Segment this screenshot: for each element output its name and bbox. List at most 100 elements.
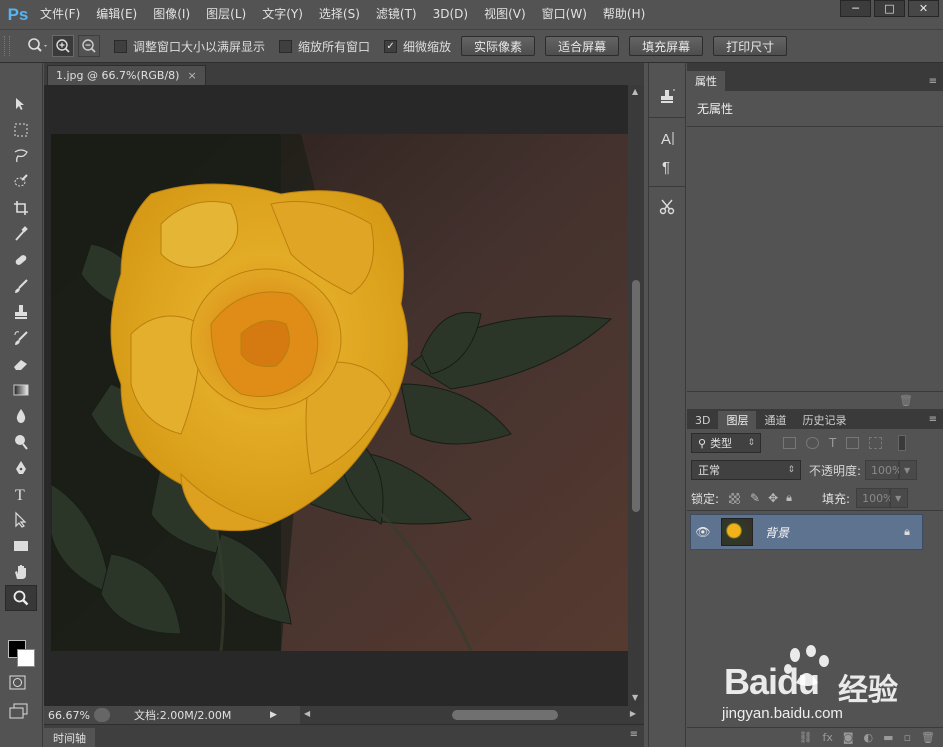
horizontal-scrollbar[interactable]: ◀ ▶ <box>300 706 644 724</box>
fill-screen-button[interactable]: 填充屏幕 <box>629 36 704 56</box>
maximize-button[interactable]: □ <box>874 0 905 17</box>
adjustment-layer-icon[interactable]: ◐ <box>864 731 874 744</box>
screen-mode-button[interactable] <box>9 703 29 722</box>
menu-file[interactable]: 文件(F) <box>32 0 88 29</box>
hand-tool[interactable] <box>5 559 37 585</box>
scroll-right-arrow-icon[interactable]: ▶ <box>630 709 636 718</box>
menu-layer[interactable]: 图层(L) <box>198 0 254 29</box>
add-mask-icon[interactable]: ◙ <box>843 731 854 744</box>
canvas-area[interactable] <box>44 85 629 706</box>
print-size-button[interactable]: 打印尺寸 <box>713 36 788 56</box>
lock-pixels-icon[interactable]: ✎ <box>750 491 760 505</box>
eyedropper-tool[interactable] <box>5 221 37 247</box>
properties-menu-icon[interactable]: ≡ <box>929 76 937 87</box>
status-arrow-icon[interactable]: ▶ <box>270 710 277 720</box>
actual-pixels-button[interactable]: 实际像素 <box>461 36 536 56</box>
quick-mask-button[interactable] <box>9 675 27 694</box>
menu-select[interactable]: 选择(S) <box>311 0 368 29</box>
fit-screen-button[interactable]: 适合屏幕 <box>545 36 620 56</box>
pen-tool[interactable] <box>5 455 37 481</box>
fill-dropdown[interactable]: ▼ <box>890 488 909 508</box>
options-grip[interactable] <box>4 36 10 56</box>
dodge-tool[interactable] <box>5 429 37 455</box>
scroll-up-arrow-icon[interactable]: ▲ <box>632 87 638 96</box>
menu-view[interactable]: 视图(V) <box>476 0 534 29</box>
link-layers-icon[interactable]: ⛓︎ <box>799 731 813 744</box>
healing-brush-tool[interactable] <box>5 247 37 273</box>
history-brush-tool[interactable] <box>5 325 37 351</box>
clone-stamp-tool[interactable] <box>5 299 37 325</box>
dock-clone-source[interactable] <box>649 83 685 111</box>
lock-transparent-icon[interactable] <box>729 492 741 504</box>
vertical-scrollbar[interactable]: ▲ ▼ <box>628 85 644 706</box>
menu-filter[interactable]: 滤镜(T) <box>368 0 425 29</box>
resize-windows-checkbox[interactable]: 调整窗口大小以满屏显示 <box>114 38 265 55</box>
zoom-level[interactable]: 66.67% <box>48 709 94 722</box>
background-color-swatch[interactable] <box>17 649 35 667</box>
layer-filter-select[interactable]: ⚲ 类型 ⇕ <box>691 433 761 453</box>
tab-properties[interactable]: 属性 <box>687 71 725 91</box>
horizontal-scroll-thumb[interactable] <box>452 710 558 720</box>
type-tool[interactable]: T <box>5 481 37 507</box>
zoom-all-windows-checkbox[interactable]: 缩放所有窗口 <box>279 38 370 55</box>
filter-adjustment-icon[interactable] <box>806 437 819 449</box>
opacity-input[interactable]: 100% <box>865 460 903 480</box>
scrubby-zoom-checkbox[interactable]: ✓ 细微缩放 <box>384 38 451 55</box>
close-button[interactable]: ✕ <box>908 0 939 17</box>
tab-channels[interactable]: 通道 <box>756 411 794 429</box>
rectangle-tool[interactable] <box>5 533 37 559</box>
opacity-dropdown[interactable]: ▼ <box>899 460 918 480</box>
menu-type[interactable]: 文字(Y) <box>254 0 311 29</box>
layer-name[interactable]: 背景 <box>765 524 789 541</box>
filter-toggle-switch[interactable] <box>898 435 907 451</box>
close-tab-icon[interactable]: × <box>187 69 196 82</box>
timeline-menu-icon[interactable]: ≡ <box>630 729 638 740</box>
marquee-tool[interactable] <box>5 117 37 143</box>
move-tool[interactable] <box>5 91 37 117</box>
trash-icon[interactable]: 🗑 <box>899 394 913 407</box>
dock-paragraph[interactable]: ¶ <box>649 152 685 180</box>
new-group-icon[interactable]: ▬ <box>883 731 893 744</box>
status-menu-icon[interactable] <box>94 708 110 722</box>
menu-edit[interactable]: 编辑(E) <box>88 0 145 29</box>
delete-layer-icon[interactable]: 🗑︎ <box>921 731 935 744</box>
menu-image[interactable]: 图像(I) <box>145 0 198 29</box>
lock-all-icon[interactable]: 🔒︎ <box>786 491 792 505</box>
layer-row-background[interactable]: 👁︎ 背景 🔒︎ <box>690 514 923 550</box>
eraser-tool[interactable] <box>5 351 37 377</box>
fx-icon[interactable]: fx <box>822 731 832 744</box>
timeline-tab[interactable]: 时间轴 <box>44 728 95 747</box>
zoom-in-button[interactable] <box>52 35 74 57</box>
brush-tool[interactable] <box>5 273 37 299</box>
filter-smart-object-icon[interactable] <box>869 437 883 449</box>
document-tab[interactable]: 1.jpg @ 66.7%(RGB/8) × <box>47 65 206 85</box>
gradient-tool[interactable] <box>5 377 37 403</box>
fill-input[interactable]: 100% <box>856 488 894 508</box>
tab-3d[interactable]: 3D <box>687 411 718 429</box>
tab-layers[interactable]: 图层 <box>718 411 757 429</box>
zoom-out-button[interactable] <box>78 35 100 57</box>
zoom-tool[interactable] <box>5 585 37 611</box>
filter-pixel-icon[interactable] <box>783 437 796 449</box>
menu-3d[interactable]: 3D(D) <box>425 0 476 29</box>
filter-shape-icon[interactable] <box>846 437 860 449</box>
scroll-down-arrow-icon[interactable]: ▼ <box>632 693 638 702</box>
dock-tool-presets[interactable] <box>649 193 685 221</box>
dock-character[interactable]: A <box>649 124 685 152</box>
quick-selection-tool[interactable] <box>5 169 37 195</box>
blur-tool[interactable] <box>5 403 37 429</box>
scroll-left-arrow-icon[interactable]: ◀ <box>304 709 310 718</box>
tool-preset-picker[interactable] <box>26 37 48 55</box>
menu-window[interactable]: 窗口(W) <box>534 0 595 29</box>
blend-mode-select[interactable]: 正常 ⇕ <box>691 460 801 480</box>
layers-menu-icon[interactable]: ≡ <box>929 414 937 425</box>
vertical-scroll-thumb[interactable] <box>632 280 640 512</box>
minimize-button[interactable]: ─ <box>840 0 871 17</box>
path-selection-tool[interactable] <box>5 507 37 533</box>
new-layer-icon[interactable]: ▫ <box>904 731 911 744</box>
eye-icon[interactable]: 👁︎ <box>691 525 715 539</box>
filter-type-icon[interactable]: T <box>829 436 836 450</box>
tab-history[interactable]: 历史记录 <box>794 411 854 429</box>
lasso-tool[interactable] <box>5 143 37 169</box>
menu-help[interactable]: 帮助(H) <box>595 0 653 29</box>
